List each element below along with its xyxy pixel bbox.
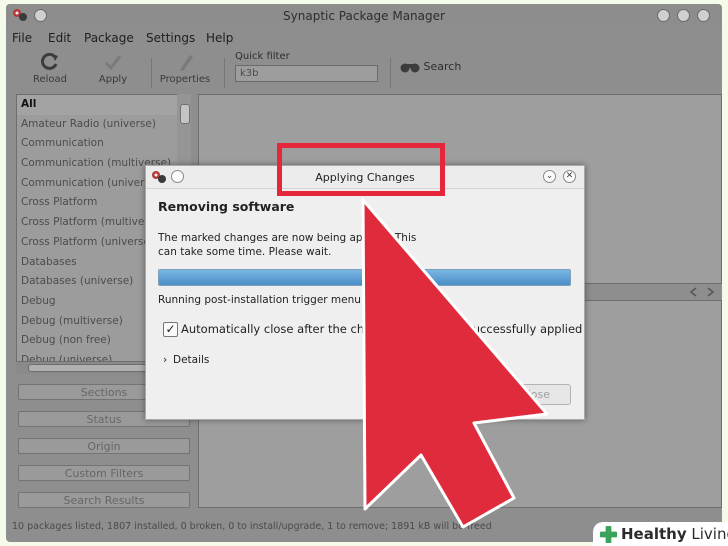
dialog-heading: Removing software bbox=[158, 199, 295, 214]
custom-filters-button[interactable]: Custom Filters bbox=[18, 465, 190, 481]
dialog-close-icon[interactable]: ✕ bbox=[563, 170, 576, 183]
pane-scroll-arrows-icon[interactable] bbox=[688, 287, 718, 297]
reload-label: Reload bbox=[32, 74, 68, 85]
dialog-minimize-icon[interactable]: ⌄ bbox=[543, 170, 556, 183]
apply-button[interactable]: Apply bbox=[92, 52, 134, 85]
chevron-right-icon: › bbox=[163, 354, 168, 366]
search-label: Search bbox=[423, 60, 462, 73]
search-results-button[interactable]: Search Results bbox=[18, 492, 190, 508]
quick-filter-label: Quick filter bbox=[235, 51, 290, 62]
properties-icon bbox=[180, 55, 193, 71]
highlight-box bbox=[277, 143, 445, 196]
auto-close-checkbox[interactable]: ✓ bbox=[163, 322, 178, 337]
progress-status: Running post-installation trigger menu bbox=[158, 294, 361, 306]
details-label: Details bbox=[173, 354, 210, 366]
dialog-message: The marked changes are now being applied… bbox=[158, 232, 417, 258]
healthy-living-logo-icon bbox=[599, 525, 618, 544]
category-item[interactable]: Communication bbox=[17, 134, 177, 154]
menu-bar: File Edit Package Settings Help bbox=[6, 28, 722, 48]
reload-icon bbox=[41, 52, 58, 70]
menu-help[interactable]: Help bbox=[206, 31, 233, 45]
watermark-text: Healthy Living bbox=[621, 525, 728, 543]
close-window-button[interactable] bbox=[697, 9, 710, 22]
scrollbar-thumb[interactable] bbox=[180, 104, 190, 124]
maximize-button[interactable] bbox=[677, 9, 690, 22]
properties-button[interactable]: Properties bbox=[156, 52, 214, 85]
progress-fill bbox=[159, 270, 570, 285]
apply-label: Apply bbox=[98, 74, 128, 85]
toolbar-separator bbox=[151, 58, 152, 88]
checkmark-icon: ✓ bbox=[165, 322, 176, 336]
toolbar-separator bbox=[224, 58, 225, 88]
dialog-close-button[interactable]: Close bbox=[499, 384, 571, 405]
minimize-button[interactable] bbox=[657, 9, 670, 22]
reload-button[interactable]: Reload bbox=[28, 52, 72, 85]
category-item[interactable]: Amateur Radio (universe) bbox=[17, 115, 177, 135]
scrollbar-thumb[interactable] bbox=[28, 364, 148, 372]
window-titlebar[interactable]: Synaptic Package Manager bbox=[6, 4, 722, 28]
menu-package[interactable]: Package bbox=[84, 31, 134, 45]
menu-edit[interactable]: Edit bbox=[48, 31, 71, 45]
auto-close-label[interactable]: Automatically close after the changes ha… bbox=[181, 322, 582, 336]
quick-filter-input[interactable]: k3b bbox=[235, 65, 378, 82]
category-item[interactable]: All bbox=[17, 95, 177, 115]
binoculars-icon bbox=[400, 63, 420, 73]
status-text: 10 packages listed, 1807 installed, 0 br… bbox=[12, 521, 492, 532]
menu-file[interactable]: File bbox=[12, 31, 32, 45]
toolbar-separator bbox=[390, 58, 391, 88]
properties-label: Properties bbox=[159, 74, 211, 85]
origin-button[interactable]: Origin bbox=[18, 438, 190, 454]
healthy-living-watermark: Healthy Living bbox=[593, 522, 728, 546]
progress-bar bbox=[158, 269, 571, 286]
applying-changes-dialog: Applying Changes ⌄ ✕ Removing software T… bbox=[145, 165, 585, 420]
menu-settings[interactable]: Settings bbox=[146, 31, 195, 45]
details-expander[interactable]: › Details bbox=[163, 354, 209, 366]
window-title: Synaptic Package Manager bbox=[283, 9, 445, 23]
search-button[interactable]: Search bbox=[400, 60, 461, 74]
checkmark-icon bbox=[104, 55, 122, 71]
